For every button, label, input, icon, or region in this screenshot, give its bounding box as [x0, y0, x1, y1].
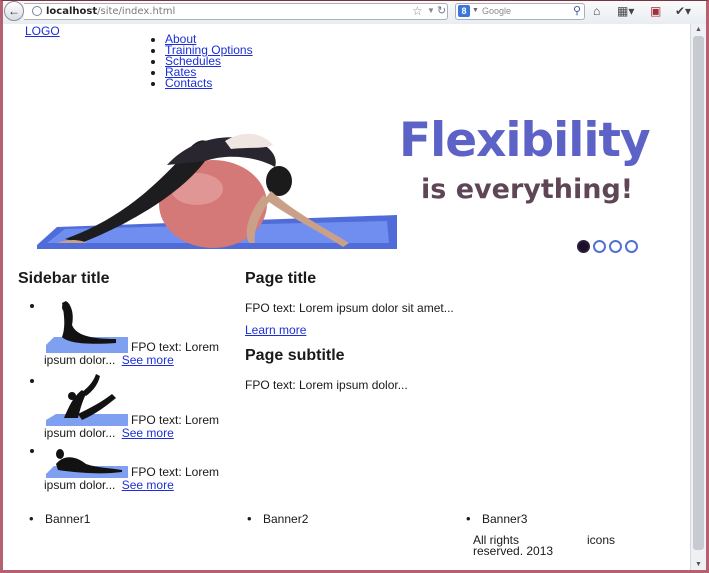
sidebar-title: Sidebar title — [18, 270, 110, 287]
slider-dot-1[interactable] — [577, 240, 590, 253]
vertical-scrollbar[interactable]: ▲ ▼ — [690, 24, 707, 570]
yoga-pose-thumbnail[interactable] — [46, 299, 128, 353]
back-button[interactable]: ← — [4, 1, 24, 21]
hero-tagline: is everything! — [421, 174, 634, 205]
bookmark-star-icon[interactable]: ☆ — [412, 4, 423, 18]
see-more-link[interactable]: See more — [122, 478, 174, 492]
sidebar-item-more: ipsum dolor... See more — [44, 426, 174, 440]
yoga-pose-thumbnail[interactable] — [46, 444, 128, 478]
slider-dot-2[interactable] — [593, 240, 606, 253]
browser-toolbar: ← localhost/site/index.html ☆ ▼ ↻ 8 ▼ Go… — [0, 0, 709, 25]
history-dropdown-icon[interactable]: ▼ — [427, 6, 435, 15]
slider-dot-4[interactable] — [625, 240, 638, 253]
page-title: Page title — [245, 270, 317, 287]
search-bar[interactable]: 8 ▼ Google ⚲ — [455, 3, 585, 20]
globe-icon — [32, 6, 42, 16]
sidebar-list-item: FPO text: Lorem ipsum dolor... See more — [44, 299, 244, 366]
yoga-ball-image — [37, 133, 397, 249]
scroll-up-icon[interactable]: ▲ — [695, 26, 702, 33]
sidebar-item-text: FPO text: Lorem — [131, 413, 220, 427]
hero-slider: Flexibility is everything! — [17, 103, 676, 253]
sidebar-list: FPO text: Lorem ipsum dolor... See more … — [29, 299, 244, 506]
sidebar-item-more: ipsum dolor... See more — [44, 478, 174, 492]
see-more-link[interactable]: See more — [122, 353, 174, 367]
page-subtitle: Page subtitle — [245, 347, 345, 364]
banner-2: Banner2 — [247, 511, 309, 526]
hero-headline: Flexibility — [399, 113, 651, 168]
addon-icon[interactable]: ▣ — [650, 4, 661, 18]
home-icon[interactable]: ⌂ — [593, 4, 600, 18]
search-engine-icon[interactable]: 8 — [458, 5, 470, 17]
address-bar[interactable]: localhost/site/index.html ☆ ▼ ↻ — [24, 3, 448, 20]
yoga-pose-thumbnail[interactable] — [46, 374, 128, 426]
sidebar-item-text: FPO text: Lorem — [131, 465, 220, 479]
sidebar-item-more: ipsum dolor... See more — [44, 353, 174, 367]
learn-more-link[interactable]: Learn more — [245, 323, 306, 337]
page-intro-text: FPO text: Lorem ipsum dolor sit amet... — [245, 301, 454, 315]
scroll-thumb[interactable] — [693, 36, 704, 550]
sidebar-list-item: FPO text: Lorem ipsum dolor... See more — [44, 374, 244, 440]
nav-link-contacts[interactable]: Contacts — [165, 76, 212, 90]
search-engine-dropdown-icon[interactable]: ▼ — [472, 7, 479, 14]
slider-pagination — [577, 240, 638, 253]
sidebar-list-item: FPO text: Lorem ipsum dolor... See more — [44, 444, 244, 498]
logo-link[interactable]: LOGO — [25, 24, 60, 38]
search-placeholder[interactable]: Google — [482, 5, 511, 18]
scroll-down-icon[interactable]: ▼ — [695, 561, 702, 568]
main-nav: About Training Options Schedules Rates C… — [149, 33, 253, 90]
page-subtitle-text: FPO text: Lorem ipsum dolor... — [245, 378, 408, 392]
footer-icons: icons — [587, 533, 616, 547]
nav-item-contacts: Contacts — [165, 76, 253, 90]
bookmarks-menu-icon[interactable]: ▦▾ — [617, 4, 634, 18]
see-more-link[interactable]: See more — [122, 426, 174, 440]
slider-dot-3[interactable] — [609, 240, 622, 253]
url-text[interactable]: localhost/site/index.html — [46, 5, 175, 19]
back-arrow-icon: ← — [8, 4, 20, 18]
banner-3: Banner3 — [466, 511, 528, 526]
page-viewport: LOGO About Training Options Schedules Ra… — [3, 24, 690, 570]
banner-1: Banner1 — [29, 511, 91, 526]
tools-menu-icon[interactable]: ✔▾ — [675, 4, 691, 18]
footer-copyright: All rights reserved. 2013 — [473, 533, 554, 558]
search-icon[interactable]: ⚲ — [573, 4, 581, 17]
reload-icon[interactable]: ↻ — [437, 4, 446, 17]
sidebar-item-text: FPO text: Lorem — [131, 340, 220, 354]
